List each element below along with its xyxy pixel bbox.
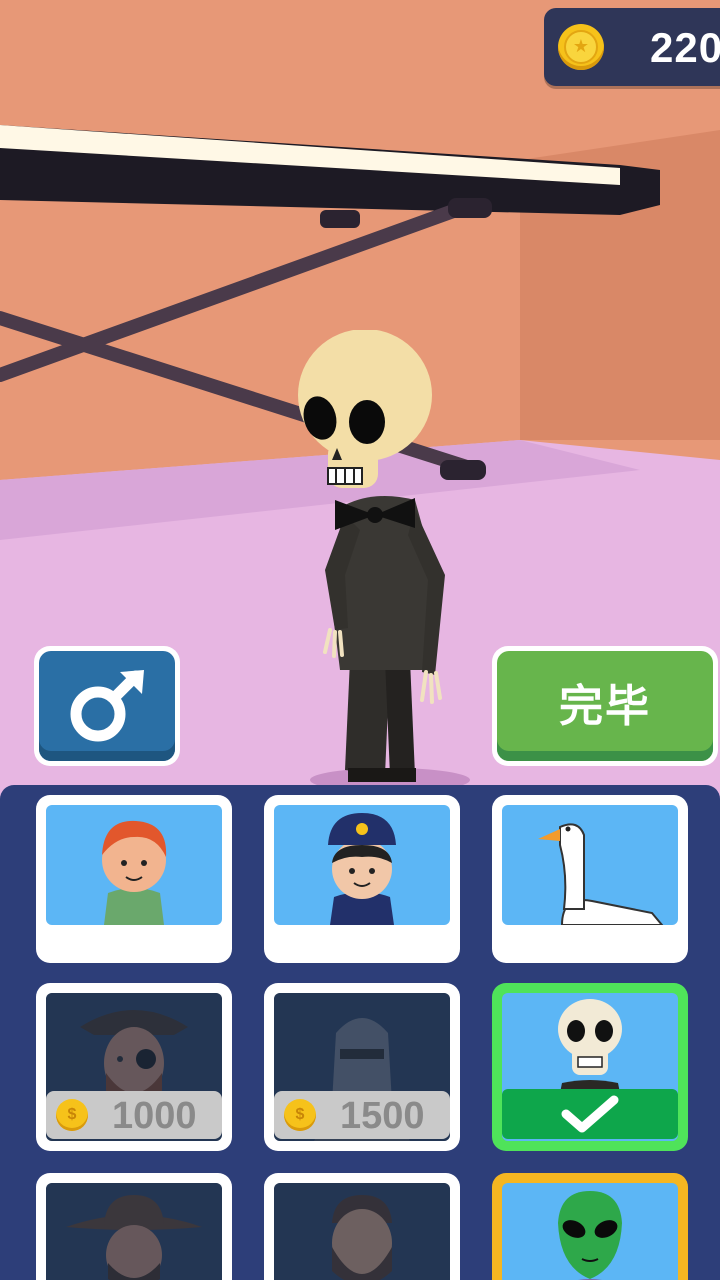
coin-icon: $ [284, 1099, 316, 1131]
coin-icon: ★ [558, 24, 604, 70]
coin-counter: ★ 220 [544, 8, 720, 86]
character-tile-bearded-man[interactable] [264, 1173, 460, 1280]
price-value: 1000 [112, 1095, 197, 1137]
coin-icon: $ [56, 1099, 88, 1131]
male-symbol-icon [70, 670, 144, 742]
character-tile-knight[interactable]: $ 1500 [264, 983, 460, 1151]
character-tile-pirate[interactable]: $ 1000 [36, 983, 232, 1151]
character-tile-police-officer[interactable] [264, 795, 460, 963]
goose-icon [538, 823, 664, 925]
done-button[interactable]: 完毕 [492, 646, 718, 766]
character-tile-goose[interactable] [492, 795, 688, 963]
price-tag: $ 1000 [46, 1091, 222, 1139]
gender-toggle-button[interactable] [34, 646, 180, 766]
price-tag: $ 1500 [274, 1091, 450, 1139]
character-tile-skeleton[interactable] [492, 983, 688, 1151]
character-tile-red-hair-boy[interactable] [36, 795, 232, 963]
alien-icon [558, 1191, 622, 1280]
character-tile-alien[interactable] [492, 1173, 688, 1280]
checkmark-icon [561, 1095, 619, 1133]
police-officer-icon [328, 813, 396, 925]
character-tile-cowboy[interactable] [36, 1173, 232, 1280]
done-button-label: 完毕 [559, 681, 651, 732]
price-value: 1500 [340, 1095, 425, 1137]
red-hair-boy-icon [102, 820, 167, 925]
character-selection-panel: $ 1000 $ 1500 [0, 785, 720, 1280]
selected-indicator [502, 1089, 678, 1139]
coin-amount: 220 [650, 24, 720, 71]
skeleton-character [298, 330, 445, 782]
